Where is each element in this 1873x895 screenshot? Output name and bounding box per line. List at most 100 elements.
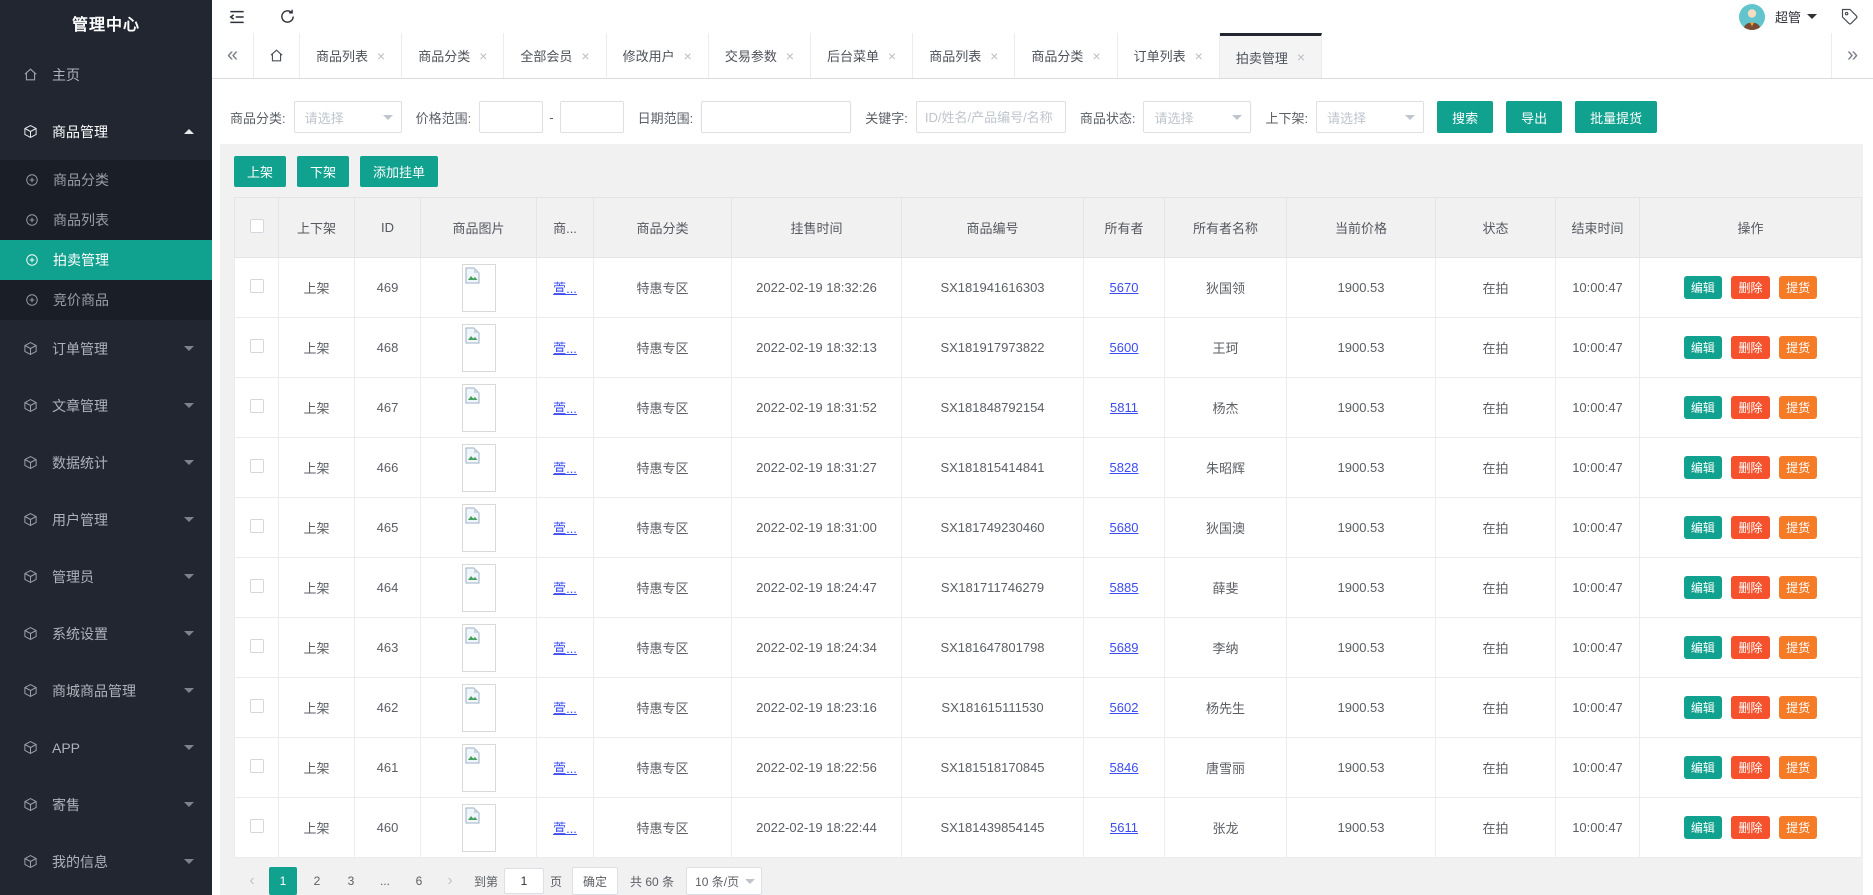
sidebar-group[interactable]: 订单管理 [0, 320, 212, 377]
owner-id-link[interactable]: 5602 [1110, 700, 1139, 715]
tab-home[interactable] [254, 33, 300, 78]
keyword-input[interactable] [916, 101, 1066, 133]
goto-page-input[interactable] [504, 868, 544, 894]
sidebar-subitem[interactable]: 竞价商品 [0, 280, 212, 320]
page-button[interactable]: 6 [405, 867, 433, 895]
export-button[interactable]: 导出 [1506, 101, 1562, 133]
sidebar-group[interactable]: 我的信息 [0, 833, 212, 890]
pickup-button[interactable]: 提货 [1779, 636, 1817, 659]
tab[interactable]: 修改用户 [607, 33, 709, 78]
next-page-icon[interactable] [436, 867, 464, 895]
pickup-button[interactable]: 提货 [1779, 576, 1817, 599]
page-button[interactable]: 1 [269, 867, 297, 895]
price-min-input[interactable] [479, 101, 543, 133]
row-checkbox[interactable] [250, 579, 264, 593]
sidebar-group[interactable]: 文章管理 [0, 377, 212, 434]
status-select[interactable]: 请选择 [1143, 101, 1251, 133]
owner-id-link[interactable]: 5670 [1110, 280, 1139, 295]
tab[interactable]: 商品列表 [300, 33, 402, 78]
tab[interactable]: 全部会员 [504, 33, 606, 78]
product-name-link[interactable]: 萱... [553, 761, 577, 776]
page-button[interactable]: ... [371, 867, 399, 895]
sidebar-subitem[interactable]: 商品分类 [0, 160, 212, 200]
owner-id-link[interactable]: 5680 [1110, 520, 1139, 535]
tab[interactable]: 商品列表 [913, 33, 1015, 78]
product-name-link[interactable]: 萱... [553, 461, 577, 476]
sidebar-item-home[interactable]: 主页 [0, 46, 212, 103]
delete-button[interactable]: 删除 [1731, 756, 1769, 779]
collapse-sidebar-icon[interactable] [226, 6, 248, 28]
price-max-input[interactable] [560, 101, 624, 133]
edit-button[interactable]: 编辑 [1684, 576, 1722, 599]
tabs-scroll-right-icon[interactable] [1831, 33, 1873, 78]
sidebar-group[interactable]: 用户管理 [0, 491, 212, 548]
owner-id-link[interactable]: 5846 [1110, 760, 1139, 775]
delete-button[interactable]: 删除 [1731, 576, 1769, 599]
page-button[interactable]: 2 [303, 867, 331, 895]
edit-button[interactable]: 编辑 [1684, 636, 1722, 659]
sidebar-subitem[interactable]: 商品列表 [0, 200, 212, 240]
row-checkbox[interactable] [250, 399, 264, 413]
date-range-input[interactable] [701, 101, 851, 133]
pickup-button[interactable]: 提货 [1779, 516, 1817, 539]
edit-button[interactable]: 编辑 [1684, 276, 1722, 299]
delete-button[interactable]: 删除 [1731, 336, 1769, 359]
close-icon[interactable] [990, 48, 998, 64]
tab[interactable]: 后台菜单 [811, 33, 913, 78]
category-select[interactable]: 请选择 [294, 101, 402, 133]
pickup-button[interactable]: 提货 [1779, 396, 1817, 419]
delete-button[interactable]: 删除 [1731, 816, 1769, 839]
close-icon[interactable] [1297, 49, 1305, 65]
close-icon[interactable] [684, 48, 692, 64]
add-listing-button[interactable]: 添加挂单 [360, 156, 438, 187]
confirm-page-button[interactable]: 确定 [572, 867, 618, 895]
pickup-button[interactable]: 提货 [1779, 696, 1817, 719]
close-icon[interactable] [786, 48, 794, 64]
pickup-button[interactable]: 提货 [1779, 816, 1817, 839]
edit-button[interactable]: 编辑 [1684, 816, 1722, 839]
select-all-checkbox[interactable] [250, 219, 264, 233]
pickup-button[interactable]: 提货 [1779, 276, 1817, 299]
owner-id-link[interactable]: 5828 [1110, 460, 1139, 475]
pickup-button[interactable]: 提货 [1779, 336, 1817, 359]
owner-id-link[interactable]: 5885 [1110, 580, 1139, 595]
delete-button[interactable]: 删除 [1731, 636, 1769, 659]
row-checkbox[interactable] [250, 759, 264, 773]
prev-page-icon[interactable] [238, 867, 266, 895]
delete-button[interactable]: 删除 [1731, 276, 1769, 299]
user-menu[interactable]: 超管 [1775, 7, 1817, 26]
search-button[interactable]: 搜索 [1437, 101, 1493, 133]
tab[interactable]: 交易参数 [709, 33, 811, 78]
refresh-icon[interactable] [276, 6, 298, 28]
tab[interactable]: 商品分类 [1015, 33, 1117, 78]
sidebar-group-goods[interactable]: 商品管理 [0, 103, 212, 160]
shelf-select[interactable]: 请选择 [1316, 101, 1424, 133]
product-name-link[interactable]: 萱... [553, 401, 577, 416]
row-checkbox[interactable] [250, 519, 264, 533]
edit-button[interactable]: 编辑 [1684, 696, 1722, 719]
row-checkbox[interactable] [250, 459, 264, 473]
sidebar-group[interactable]: 数据统计 [0, 434, 212, 491]
row-checkbox[interactable] [250, 279, 264, 293]
tab[interactable]: 商品分类 [402, 33, 504, 78]
tab[interactable]: 拍卖管理 [1220, 33, 1322, 78]
shelve-button[interactable]: 上架 [234, 156, 286, 187]
per-page-select[interactable]: 10 条/页 [686, 867, 762, 895]
close-icon[interactable] [479, 48, 487, 64]
product-name-link[interactable]: 萱... [553, 341, 577, 356]
owner-id-link[interactable]: 5600 [1110, 340, 1139, 355]
owner-id-link[interactable]: 5689 [1110, 640, 1139, 655]
sidebar-subitem[interactable]: 拍卖管理 [0, 240, 212, 280]
edit-button[interactable]: 编辑 [1684, 516, 1722, 539]
sidebar-group[interactable]: 商城商品管理 [0, 662, 212, 719]
tag-icon[interactable] [1841, 8, 1859, 26]
close-icon[interactable] [581, 48, 589, 64]
row-checkbox[interactable] [250, 639, 264, 653]
close-icon[interactable] [377, 48, 385, 64]
delete-button[interactable]: 删除 [1731, 456, 1769, 479]
delete-button[interactable]: 删除 [1731, 516, 1769, 539]
product-name-link[interactable]: 萱... [553, 641, 577, 656]
pickup-button[interactable]: 提货 [1779, 456, 1817, 479]
edit-button[interactable]: 编辑 [1684, 456, 1722, 479]
edit-button[interactable]: 编辑 [1684, 336, 1722, 359]
